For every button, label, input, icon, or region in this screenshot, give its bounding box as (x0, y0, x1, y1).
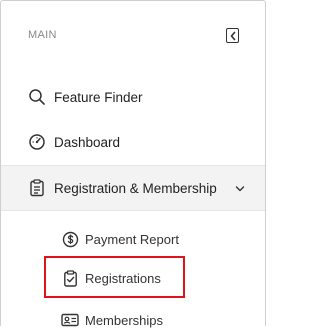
section-label: MAIN (28, 29, 57, 41)
highlight-box (44, 256, 185, 298)
sidebar-item-dashboard[interactable]: Dashboard (1, 130, 265, 154)
dollar-circle-icon (61, 230, 79, 248)
collapse-sidebar-button[interactable] (226, 28, 239, 43)
sidebar-item-label: Registration & Membership (54, 180, 217, 196)
search-icon (27, 87, 47, 107)
dashboard-gauge-icon (27, 132, 47, 152)
sidebar-item-registration-membership[interactable]: Registration & Membership (1, 165, 265, 211)
chevron-down-icon[interactable] (235, 181, 245, 196)
sidebar-item-label: Dashboard (54, 134, 121, 150)
sidebar-item-feature-finder[interactable]: Feature Finder (1, 85, 265, 109)
clipboard-list-icon (27, 178, 47, 198)
id-card-icon (61, 311, 79, 329)
sidebar-subitem-label: Payment Report (85, 231, 179, 247)
sidebar-subitem-payment-report[interactable]: Payment Report (1, 228, 265, 250)
sidebar-subitem-label: Memberships (85, 312, 164, 328)
sidebar-subitem-memberships[interactable]: Memberships (1, 309, 265, 331)
chevron-left-icon (230, 31, 235, 40)
sidebar-item-label: Feature Finder (54, 89, 143, 105)
